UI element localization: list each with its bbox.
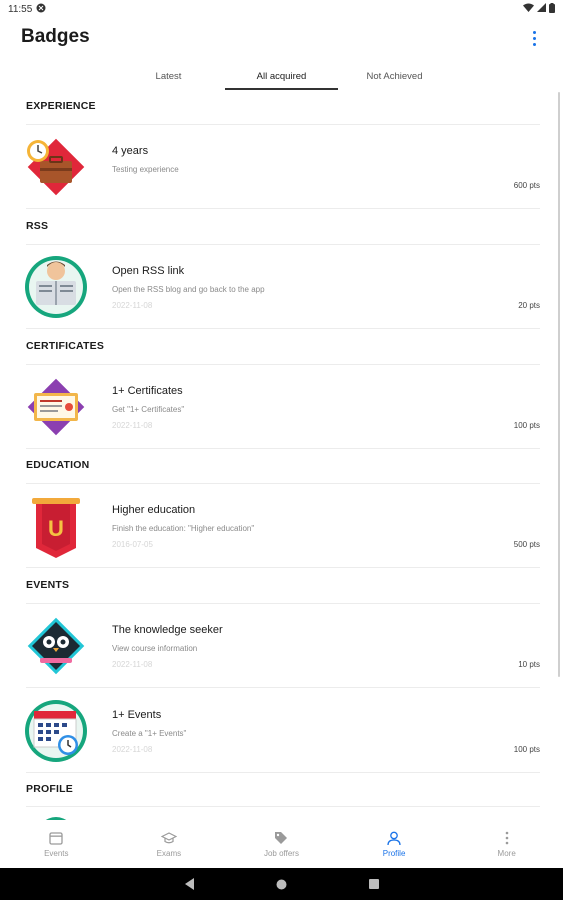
scrollbar[interactable]: [558, 92, 560, 677]
notification-icon: [36, 3, 46, 16]
badge-name: 1+ Events: [112, 709, 162, 721]
divider: [26, 687, 540, 688]
badge-name: 4 years: [112, 145, 149, 157]
badge-item[interactable]: U Higher education Finish the education:…: [20, 484, 540, 568]
tab-bar: Latest All acquired Not Achieved: [112, 62, 451, 90]
badge-name: Open RSS link: [112, 265, 185, 277]
badge-name: Higher education: [112, 504, 196, 516]
calendar-clock-icon: [22, 697, 90, 765]
page-title: Badges: [21, 26, 90, 47]
badge-points: 600 pts: [513, 181, 540, 190]
divider: [26, 806, 540, 807]
system-navigation-bar: [0, 868, 563, 900]
nav-label: Exams: [156, 849, 182, 858]
graduation-cap-icon: [160, 830, 177, 846]
badge-item[interactable]: 1+ Certificates Get "1+ Certificates" 20…: [20, 365, 540, 449]
badge-description: View course information: [112, 644, 198, 653]
divider: [26, 772, 540, 773]
section-title-events: EVENTS: [26, 579, 70, 591]
badge-description: Open the RSS blog and go back to the app: [112, 285, 265, 294]
badge-date: 2022-11-08: [112, 745, 153, 754]
badge-item[interactable]: 1+ Events Create a "1+ Events" 2022-11-0…: [20, 689, 540, 773]
person-icon: [386, 830, 402, 846]
recents-button[interactable]: [366, 876, 382, 892]
badge-list[interactable]: EXPERIENCE 4 years Testing experience 60…: [0, 92, 563, 820]
owl-icon: [22, 612, 90, 680]
badge-description: Get "1+ Certificates": [112, 405, 185, 414]
battery-icon: [549, 2, 555, 16]
nav-label: More: [497, 849, 516, 858]
nav-label: Job offers: [263, 849, 299, 858]
wifi-icon: [523, 3, 534, 15]
badge-points: 100 pts: [513, 421, 540, 430]
tab-all-acquired[interactable]: All acquired: [225, 62, 338, 90]
nav-profile[interactable]: Profile: [338, 820, 451, 868]
section-title-profile: PROFILE: [26, 783, 73, 795]
svg-text:U: U: [48, 516, 64, 541]
divider: [26, 328, 540, 329]
tag-icon: [273, 830, 289, 846]
section-title-rss: RSS: [26, 220, 49, 232]
nav-label: Profile: [382, 849, 406, 858]
section-title-education: EDUCATION: [26, 459, 90, 471]
badge-name: 1+ Certificates: [112, 385, 183, 397]
badge-description: Create a "1+ Events": [112, 729, 187, 738]
badge-item[interactable]: 4 years Testing experience 600 pts: [20, 125, 540, 209]
more-vert-icon: [532, 30, 536, 34]
badge-points: 500 pts: [513, 540, 540, 549]
nav-exams[interactable]: Exams: [113, 820, 226, 868]
nav-job-offers[interactable]: Job offers: [225, 820, 338, 868]
badge-points: 10 pts: [518, 660, 540, 669]
status-time: 11:55: [8, 3, 33, 15]
badge-date: 2022-11-08: [112, 660, 153, 669]
tab-not-achieved[interactable]: Not Achieved: [338, 62, 451, 90]
bottom-navigation: Events Exams Job offers Profile More: [0, 820, 563, 868]
nav-events[interactable]: Events: [0, 820, 113, 868]
badge-description: Testing experience: [112, 165, 179, 174]
badge-name: The knowledge seeker: [112, 624, 223, 636]
home-button[interactable]: [274, 876, 290, 892]
nav-label: Events: [44, 849, 69, 858]
badge-description: Finish the education: "Higher education": [112, 524, 255, 533]
university-banner-icon: U: [22, 492, 90, 560]
tab-latest[interactable]: Latest: [112, 62, 225, 90]
back-button[interactable]: [182, 876, 198, 892]
badge-points: 20 pts: [518, 301, 540, 310]
divider: [26, 567, 540, 568]
calendar-icon: [48, 830, 64, 846]
section-title-certificates: CERTIFICATES: [26, 340, 105, 352]
certificate-icon: [22, 373, 90, 441]
badge-date: 2016-07-05: [112, 540, 153, 549]
badge-date: 2022-11-08: [112, 421, 153, 430]
section-title-experience: EXPERIENCE: [26, 100, 96, 112]
newspaper-reader-icon: [22, 253, 90, 321]
more-vert-icon: [499, 830, 515, 846]
signal-icon: [537, 3, 546, 15]
badge-points: 100 pts: [513, 745, 540, 754]
badge-item[interactable]: The knowledge seeker View course informa…: [20, 604, 540, 688]
briefcase-clock-icon: [22, 133, 90, 201]
badge-item[interactable]: Open RSS link Open the RSS blog and go b…: [20, 245, 540, 329]
app-bar: Badges: [0, 18, 563, 56]
overflow-menu-button[interactable]: [525, 28, 543, 48]
nav-more[interactable]: More: [450, 820, 563, 868]
divider: [26, 448, 540, 449]
divider: [26, 208, 540, 209]
badge-date: 2022-11-08: [112, 301, 153, 310]
status-bar: 11:55: [0, 0, 563, 18]
